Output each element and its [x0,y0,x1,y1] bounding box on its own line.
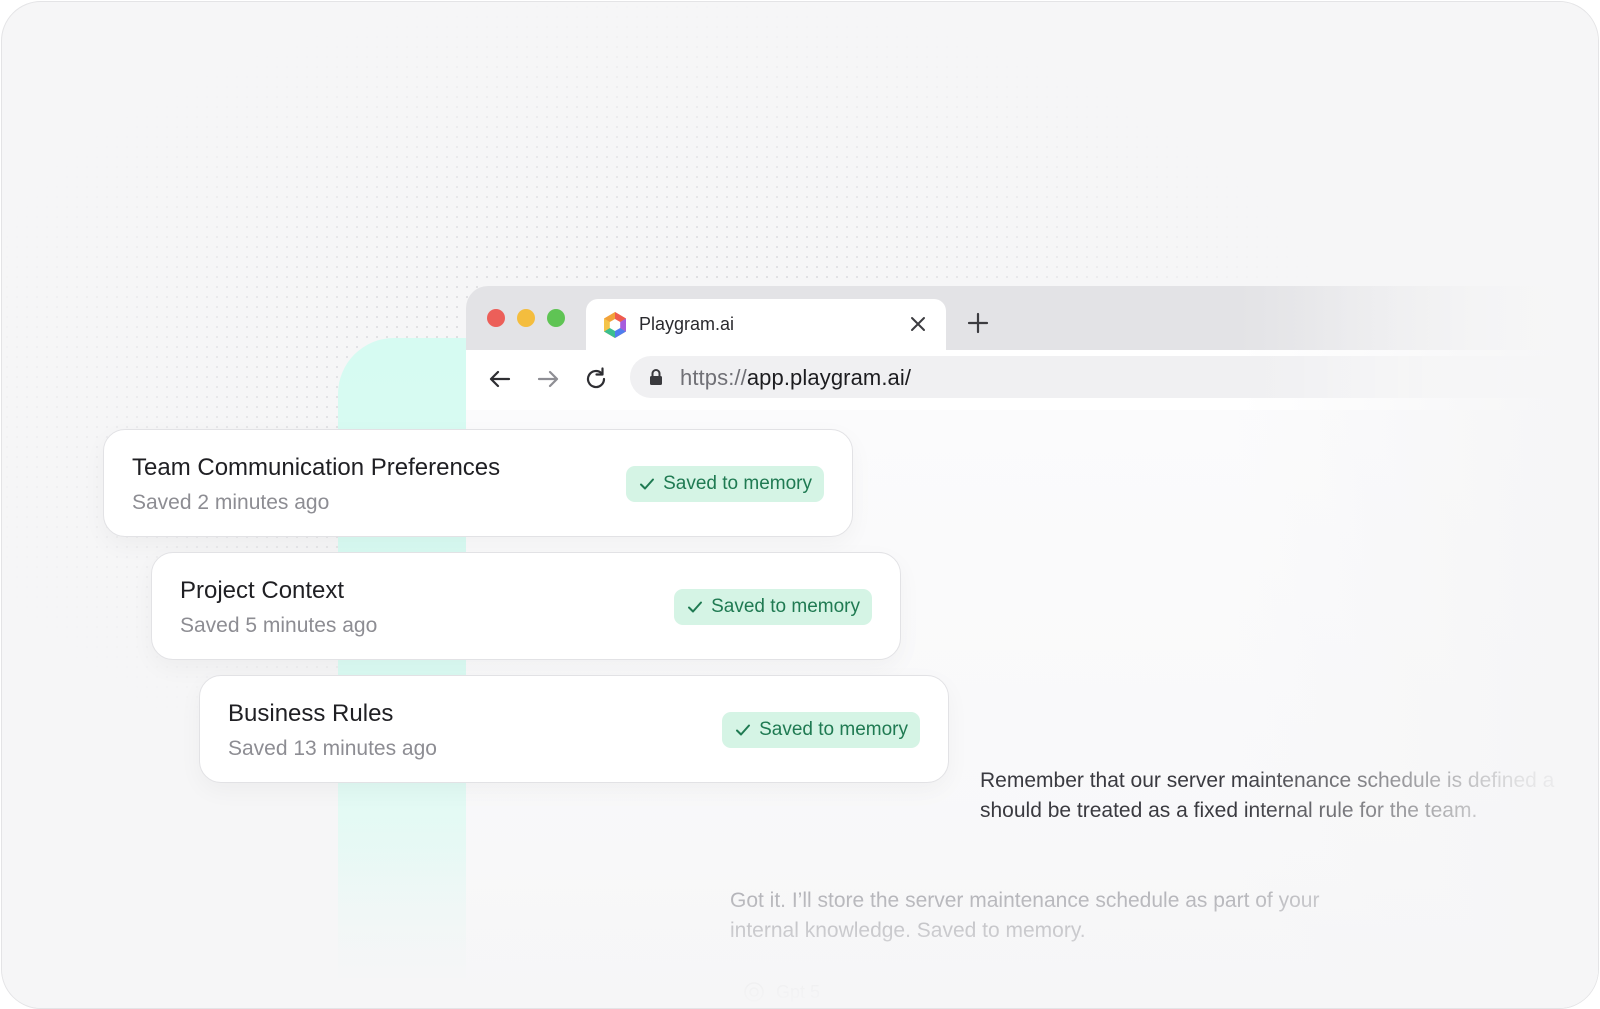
saved-badge: Saved to memory [722,712,920,748]
arrow-left-icon[interactable] [486,365,514,393]
memory-card-timestamp: Saved 5 minutes ago [180,614,378,637]
address-bar[interactable]: https://app.playgram.ai/ [630,356,1598,398]
memory-card-timestamp: Saved 2 minutes ago [132,491,330,514]
navigation-bar: https://app.playgram.ai/ [466,350,1598,410]
saved-badge-label: Saved to memory [711,596,860,617]
window-close-dot[interactable] [487,309,505,327]
user-message: Remember that our server maintenance sch… [980,769,1555,822]
saved-badge: Saved to memory [626,466,824,502]
url-host: app.playgram.ai/ [746,365,912,390]
tab-title: Playgram.ai [639,314,735,334]
check-icon [640,478,655,490]
saved-badge-label: Saved to memory [663,473,812,494]
memory-card[interactable]: Team Communication Preferences Saved 2 m… [103,429,853,537]
check-icon [688,601,703,613]
saved-badge-label: Saved to memory [759,719,908,740]
memory-card-title: Team Communication Preferences [132,454,501,481]
plus-icon[interactable] [966,311,990,335]
lock-icon [650,369,662,385]
canvas-frame: Playgram.ai https://app.playgram.ai/ Rem… [1,1,1599,1009]
memory-card-title: Business Rules [228,700,394,727]
model-label: Gpt 5 [776,981,821,1002]
window-minimize-dot[interactable] [517,309,535,327]
model-tag: Gpt 5 [742,980,820,1004]
arrow-right-icon[interactable] [534,365,562,393]
memory-card-title: Project Context [180,577,345,604]
url-scheme: https:// [680,365,747,390]
playgram-logo-icon [604,312,626,338]
openai-logo-icon [744,982,764,1002]
memory-card[interactable]: Project Context Saved 5 minutes ago Save… [151,552,901,660]
window-maximize-dot[interactable] [547,309,565,327]
assistant-message: Got it. I’ll store the server maintenanc… [730,889,1320,942]
tab-bar: Playgram.ai [466,286,1598,351]
url-text: https://app.playgram.ai/ [680,365,911,391]
tab-playgram[interactable]: Playgram.ai [586,299,946,351]
reload-icon[interactable] [582,365,610,393]
close-icon[interactable] [906,312,930,336]
memory-card[interactable]: Business Rules Saved 13 minutes ago Save… [199,675,949,783]
saved-badge: Saved to memory [674,589,872,625]
memory-card-timestamp: Saved 13 minutes ago [228,737,437,760]
check-icon [736,724,751,736]
